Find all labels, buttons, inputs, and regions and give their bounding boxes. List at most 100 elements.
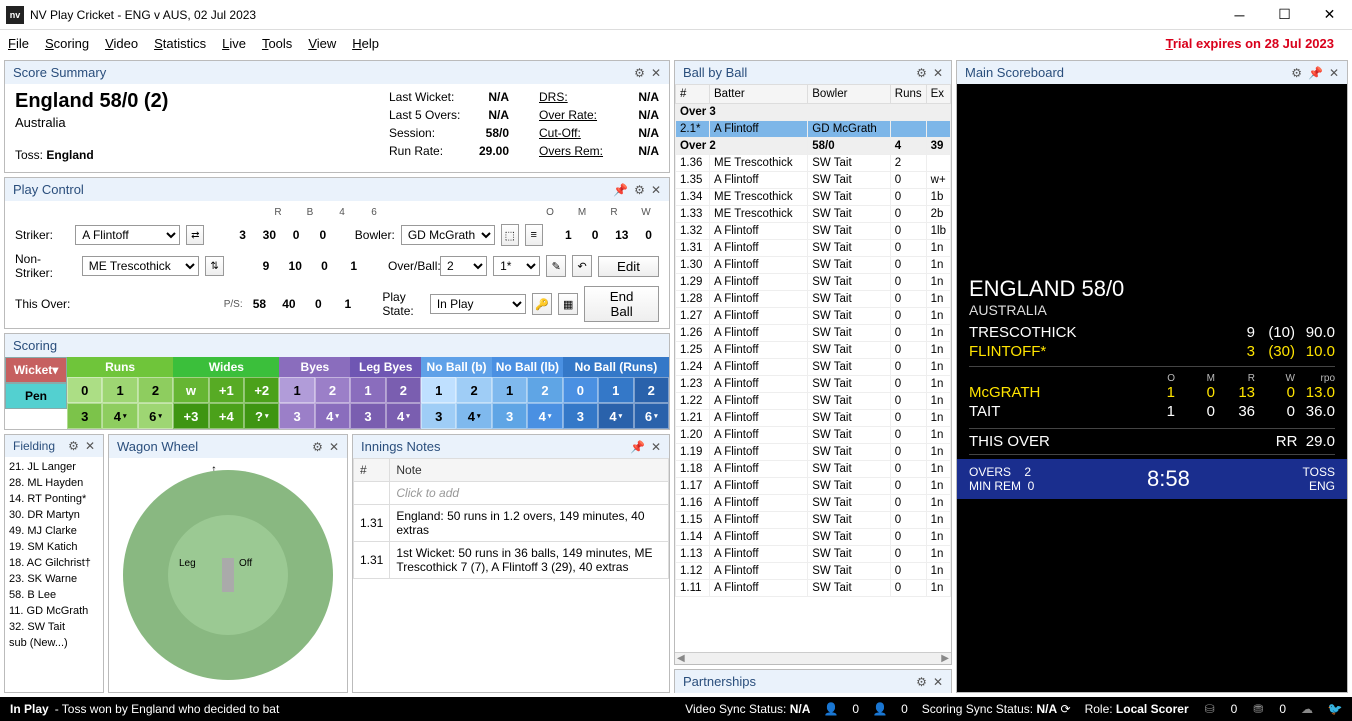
score-btn[interactable]: 1 xyxy=(102,377,137,403)
close-icon[interactable]: ✕ xyxy=(1329,66,1339,80)
fielder-item[interactable]: 30. DR Martyn xyxy=(9,509,99,521)
ball-row[interactable]: 1.35A FlintoffSW Tait0w+ xyxy=(676,172,951,189)
gear-icon[interactable]: ⚙ xyxy=(916,66,927,80)
fielder-item[interactable]: sub (New...) xyxy=(9,637,99,649)
score-btn[interactable]: 0 xyxy=(67,377,102,403)
fielder-item[interactable]: 19. SM Katich xyxy=(9,541,99,553)
score-btn[interactable]: 3 xyxy=(350,403,385,429)
ball-row[interactable]: 1.32A FlintoffSW Tait01lb xyxy=(676,223,951,240)
close-icon[interactable]: ✕ xyxy=(651,66,661,80)
ball-select[interactable]: 1* xyxy=(493,256,540,276)
minimize-button[interactable]: ─ xyxy=(1217,0,1262,30)
ball-row[interactable]: 1.36ME TrescothickSW Tait2 xyxy=(676,155,951,172)
score-btn[interactable]: 3 xyxy=(67,403,102,429)
bars-icon[interactable]: ≡ xyxy=(525,224,543,246)
ball-row[interactable]: 1.25A FlintoffSW Tait01n xyxy=(676,342,951,359)
score-btn[interactable]: 2 xyxy=(138,377,173,403)
nb-icon[interactable]: ⬚ xyxy=(501,224,519,246)
score-btn[interactable]: 1 xyxy=(421,377,456,403)
gear-icon[interactable]: ⚙ xyxy=(916,675,927,689)
menu-file[interactable]: File xyxy=(8,36,29,51)
ball-row[interactable]: 1.20A FlintoffSW Tait01n xyxy=(676,427,951,444)
close-icon[interactable]: ✕ xyxy=(933,66,943,80)
score-btn[interactable]: 3 xyxy=(421,403,456,429)
key-icon[interactable]: 🔑 xyxy=(532,293,552,315)
score-btn[interactable]: 1 xyxy=(350,377,385,403)
pin-icon[interactable]: 📌 xyxy=(630,440,645,454)
maximize-button[interactable]: ☐ xyxy=(1262,0,1307,30)
score-btn[interactable]: 3 xyxy=(492,403,527,429)
close-icon[interactable]: ✕ xyxy=(329,440,339,454)
ball-row[interactable]: 1.18A FlintoffSW Tait01n xyxy=(676,461,951,478)
fielder-item[interactable]: 11. GD McGrath xyxy=(9,605,99,617)
menu-live[interactable]: Live xyxy=(222,36,246,51)
pencil-icon[interactable]: ✎ xyxy=(546,255,566,277)
swap-striker-button[interactable]: ⇄ xyxy=(186,225,204,245)
score-btn[interactable]: w xyxy=(173,377,208,403)
horizontal-scroller[interactable]: ◀▶ xyxy=(675,652,951,664)
striker-select[interactable]: A Flintoff xyxy=(75,225,180,245)
ball-row[interactable]: 1.27A FlintoffSW Tait01n xyxy=(676,308,951,325)
ball-row[interactable]: 1.19A FlintoffSW Tait01n xyxy=(676,444,951,461)
menu-video[interactable]: Video xyxy=(105,36,138,51)
fielder-item[interactable]: 14. RT Ponting* xyxy=(9,493,99,505)
score-btn[interactable]: +2 xyxy=(244,377,279,403)
score-btn[interactable]: +1 xyxy=(209,377,244,403)
pin-icon[interactable]: 📌 xyxy=(613,183,628,197)
close-button[interactable]: ✕ xyxy=(1307,0,1352,30)
score-btn[interactable]: 1 xyxy=(492,377,527,403)
score-btn[interactable]: 4▾ xyxy=(315,403,350,429)
end-ball-button[interactable]: End Ball xyxy=(584,286,659,322)
score-btn[interactable]: 4▾ xyxy=(386,403,421,429)
ball-row[interactable]: 1.22A FlintoffSW Tait01n xyxy=(676,393,951,410)
add-note-input[interactable]: Click to add xyxy=(390,482,669,505)
score-btn[interactable]: 1 xyxy=(279,377,314,403)
ball-row[interactable]: 1.13A FlintoffSW Tait01n xyxy=(676,546,951,563)
ball-row[interactable]: 1.28A FlintoffSW Tait01n xyxy=(676,291,951,308)
menu-help[interactable]: Help xyxy=(352,36,379,51)
over-select[interactable]: 2 xyxy=(440,256,487,276)
score-btn[interactable]: 3 xyxy=(279,403,314,429)
ball-row[interactable]: 1.16A FlintoffSW Tait01n xyxy=(676,495,951,512)
wicket-button[interactable]: Wicket ▾ xyxy=(5,357,67,383)
menu-statistics[interactable]: Statistics xyxy=(154,36,206,51)
score-btn[interactable]: 2 xyxy=(315,377,350,403)
ball-row[interactable]: 1.11A FlintoffSW Tait01n xyxy=(676,580,951,597)
ball-row[interactable]: 1.31A FlintoffSW Tait01n xyxy=(676,240,951,257)
score-btn[interactable]: 1 xyxy=(598,377,633,403)
ball-row[interactable]: 1.34ME TrescothickSW Tait01b xyxy=(676,189,951,206)
close-icon[interactable]: ✕ xyxy=(651,440,661,454)
close-icon[interactable]: ✕ xyxy=(933,675,943,689)
grid-icon[interactable]: ▦ xyxy=(558,293,578,315)
score-btn[interactable]: 0 xyxy=(563,377,598,403)
bowler-select[interactable]: GD McGrath xyxy=(401,225,495,245)
close-icon[interactable]: ✕ xyxy=(85,439,95,453)
score-btn[interactable]: +4 xyxy=(209,403,244,429)
penalty-button[interactable]: Pen xyxy=(5,383,67,409)
ball-row[interactable]: 1.21A FlintoffSW Tait01n xyxy=(676,410,951,427)
score-btn[interactable]: 4▾ xyxy=(598,403,633,429)
ball-row[interactable]: 1.15A FlintoffSW Tait01n xyxy=(676,512,951,529)
ball-row[interactable]: 1.26A FlintoffSW Tait01n xyxy=(676,325,951,342)
fielder-item[interactable]: 21. JL Langer xyxy=(9,461,99,473)
score-btn[interactable]: 4▾ xyxy=(456,403,491,429)
menu-view[interactable]: View xyxy=(308,36,336,51)
fielder-item[interactable]: 23. SK Warne xyxy=(9,573,99,585)
score-btn[interactable]: 2 xyxy=(456,377,491,403)
wagon-wheel[interactable]: ↑ Leg Off xyxy=(109,458,347,692)
gear-icon[interactable]: ⚙ xyxy=(1291,66,1302,80)
innings-note-row[interactable]: 1.31England: 50 runs in 1.2 overs, 149 m… xyxy=(354,505,669,542)
score-btn[interactable]: +3 xyxy=(173,403,208,429)
ball-row[interactable]: 1.12A FlintoffSW Tait01n xyxy=(676,563,951,580)
score-btn[interactable]: 6▾ xyxy=(634,403,669,429)
undo-icon[interactable]: ↶ xyxy=(572,255,592,277)
close-icon[interactable]: ✕ xyxy=(651,183,661,197)
edit-button[interactable]: Edit xyxy=(598,256,659,277)
score-btn[interactable]: 6▾ xyxy=(138,403,173,429)
fielder-item[interactable]: 32. SW Tait xyxy=(9,621,99,633)
ball-row[interactable]: 1.33ME TrescothickSW Tait02b xyxy=(676,206,951,223)
ball-row[interactable]: 1.24A FlintoffSW Tait01n xyxy=(676,359,951,376)
fielder-item[interactable]: 18. AC Gilchrist† xyxy=(9,557,99,569)
score-btn[interactable]: 4▾ xyxy=(527,403,562,429)
ball-row[interactable]: 1.17A FlintoffSW Tait01n xyxy=(676,478,951,495)
